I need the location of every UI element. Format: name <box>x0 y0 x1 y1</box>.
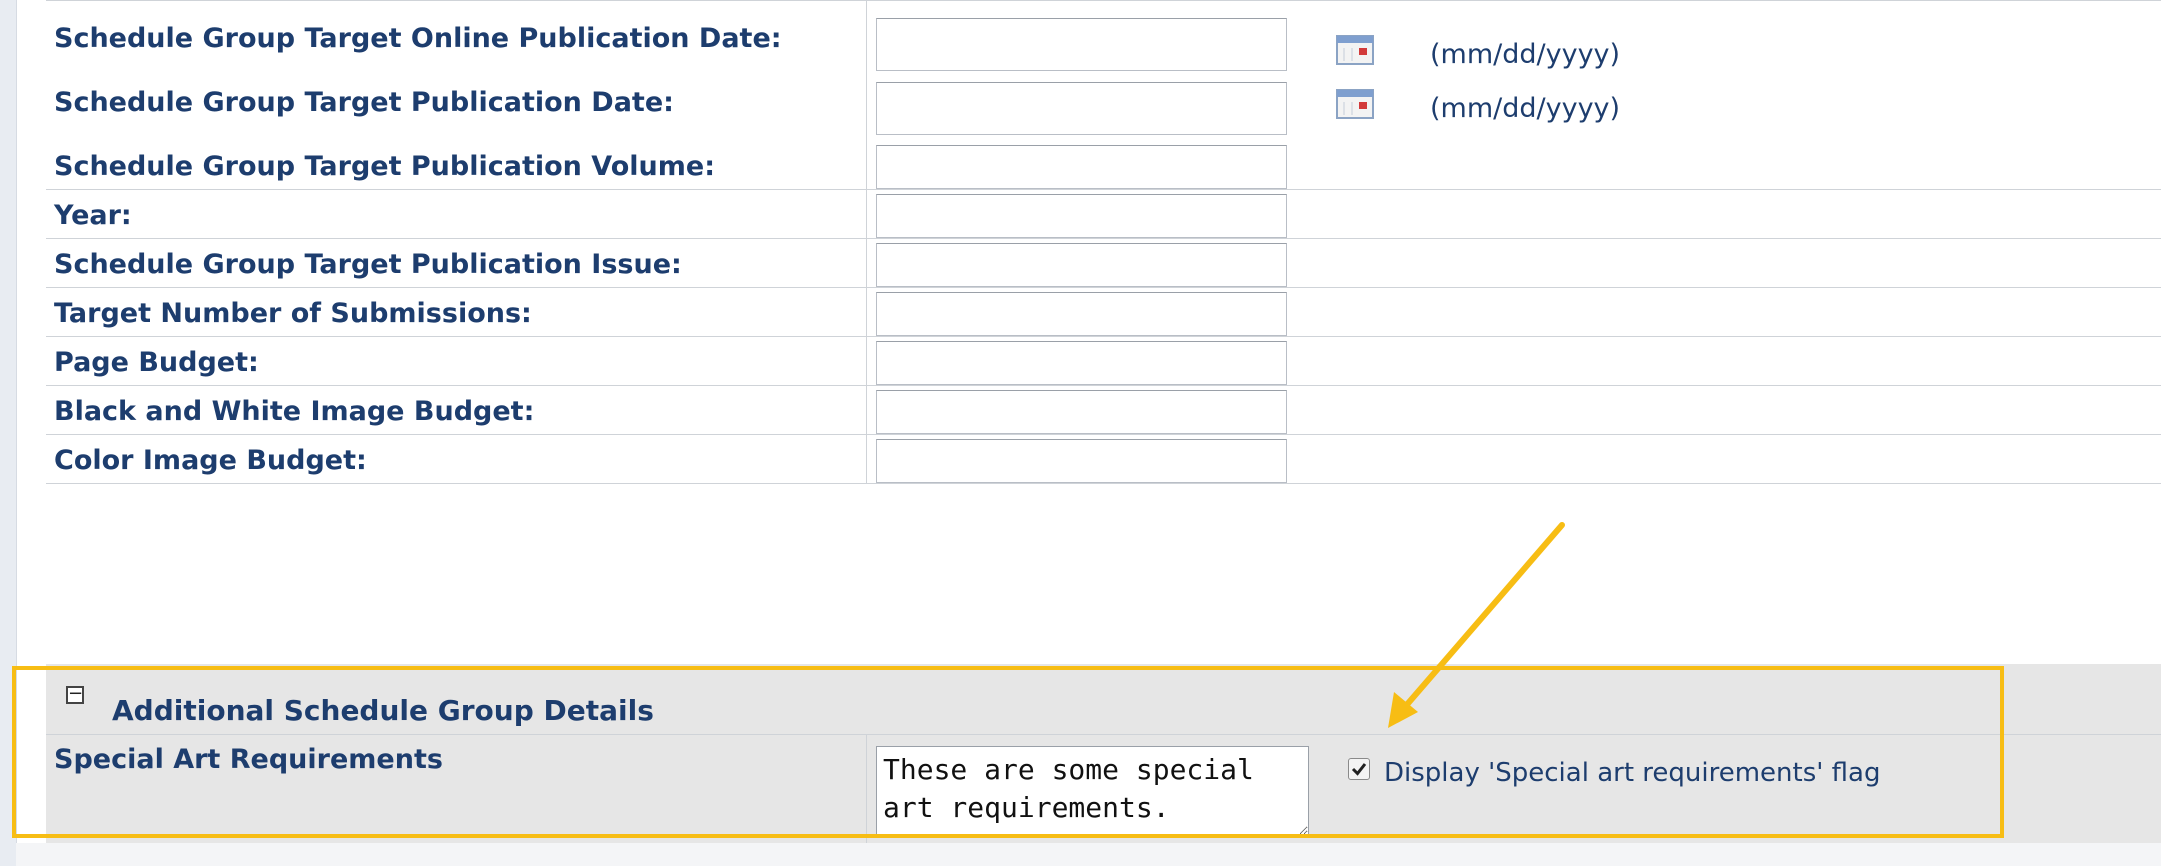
checkmark-icon <box>1351 763 1367 776</box>
label-cell: Schedule Group Target Publication Date: <box>46 77 867 141</box>
field-label: Page Budget: <box>54 347 259 378</box>
field-label: Schedule Group Target Online Publication… <box>54 23 782 54</box>
calendar-icon[interactable] <box>1336 89 1374 119</box>
column-divider <box>866 734 867 843</box>
special-art-flag-checkbox[interactable] <box>1348 758 1370 780</box>
label-cell: Page Budget: <box>46 337 867 385</box>
minus-box-icon[interactable]: − <box>66 685 84 704</box>
special-art-label: Special Art Requirements <box>54 744 443 775</box>
field-label: Black and White Image Budget: <box>54 396 535 427</box>
section-title: Additional Schedule Group Details <box>112 694 654 727</box>
special-art-textarea[interactable]: These are some special art requirements. <box>876 746 1309 836</box>
form-row-bw-image-budget: Black and White Image Budget: <box>46 386 2161 435</box>
field-label: Schedule Group Target Publication Volume… <box>54 151 715 182</box>
field-label: Color Image Budget: <box>54 445 367 476</box>
label-cell: Schedule Group Target Online Publication… <box>46 1 867 78</box>
form-row-pub-issue: Schedule Group Target Publication Issue: <box>46 239 2161 288</box>
online-publication-date-input[interactable] <box>876 18 1287 71</box>
label-cell: Year: <box>46 190 867 238</box>
label-cell: Schedule Group Target Publication Issue: <box>46 239 867 287</box>
label-cell: Schedule Group Target Publication Volume… <box>46 141 867 189</box>
target-submissions-input[interactable] <box>876 292 1287 336</box>
form-row-target-submissions: Target Number of Submissions: <box>46 288 2161 337</box>
field-label: Target Number of Submissions: <box>54 298 532 329</box>
left-border <box>0 0 17 866</box>
bw-image-budget-input[interactable] <box>876 390 1287 434</box>
page-budget-input[interactable] <box>876 341 1287 385</box>
field-label: Schedule Group Target Publication Issue: <box>54 249 682 280</box>
label-cell: Target Number of Submissions: <box>46 288 867 336</box>
publication-volume-input[interactable] <box>876 145 1287 189</box>
label-cell: Black and White Image Budget: <box>46 386 867 434</box>
form-row-year: Year: <box>46 190 2161 239</box>
page-bottom <box>16 843 2161 866</box>
form-row-page-budget: Page Budget: <box>46 337 2161 386</box>
publication-issue-input[interactable] <box>876 243 1287 287</box>
color-image-budget-input[interactable] <box>876 439 1287 483</box>
field-label: Year: <box>54 200 132 231</box>
calendar-icon[interactable] <box>1336 35 1374 65</box>
additional-details-section: − Additional Schedule Group Details Spec… <box>46 664 2161 843</box>
section-header[interactable]: − Additional Schedule Group Details <box>46 664 2161 735</box>
form-row-pub-date: Schedule Group Target Publication Date: … <box>46 77 2161 142</box>
year-input[interactable] <box>876 194 1287 238</box>
form-row-color-image-budget: Color Image Budget: <box>46 435 2161 484</box>
form-row-pub-volume: Schedule Group Target Publication Volume… <box>46 141 2161 190</box>
form-row-online-pub-date: Schedule Group Target Online Publication… <box>46 0 2161 79</box>
date-format-hint: (mm/dd/yyyy) <box>1430 39 1621 70</box>
date-format-hint: (mm/dd/yyyy) <box>1430 93 1621 124</box>
publication-date-input[interactable] <box>876 82 1287 135</box>
special-art-flag-label[interactable]: Display 'Special art requirements' flag <box>1384 758 1880 788</box>
field-label: Schedule Group Target Publication Date: <box>54 87 674 118</box>
label-cell: Color Image Budget: <box>46 435 867 483</box>
